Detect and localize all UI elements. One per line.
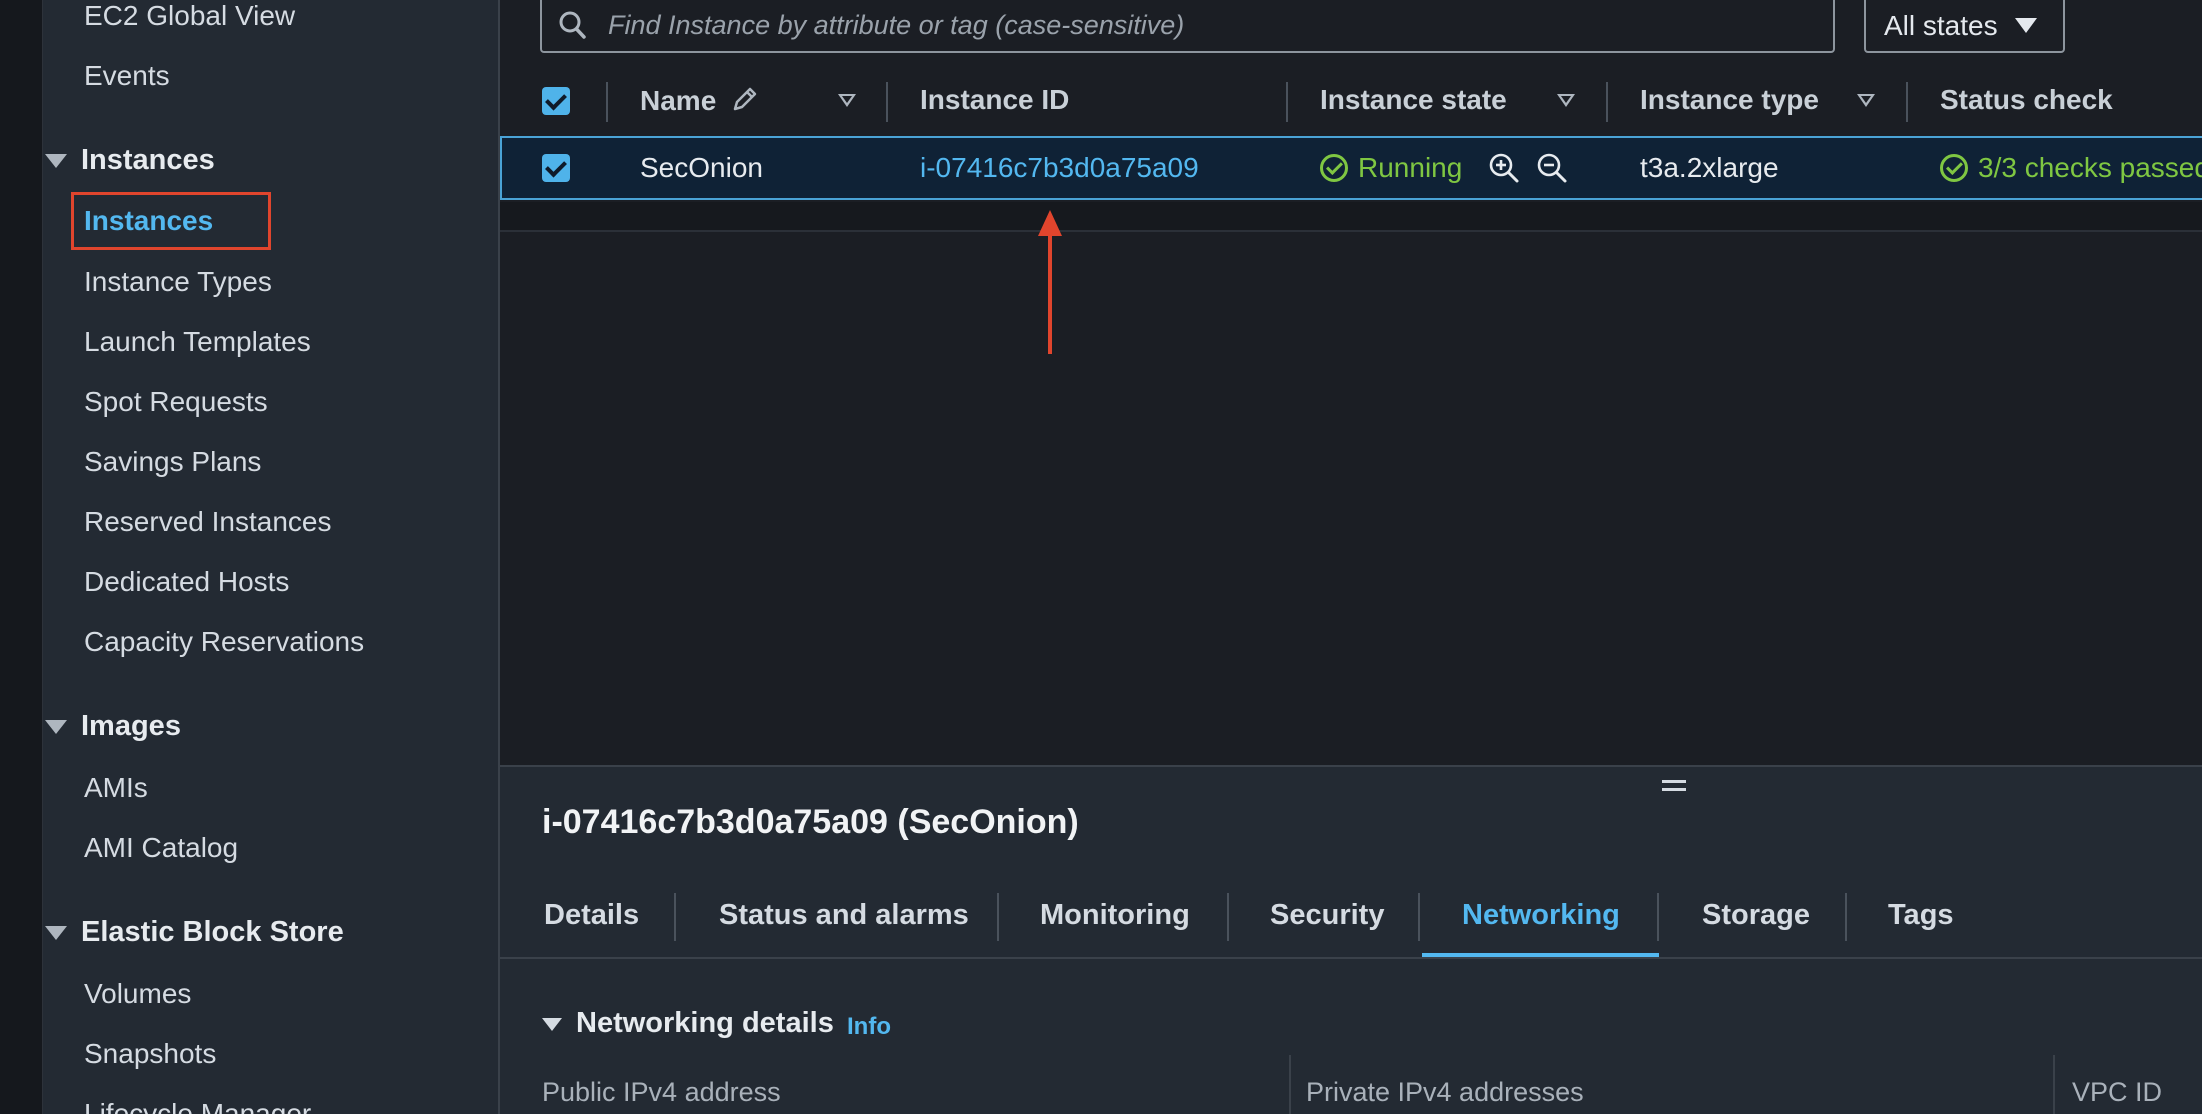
info-link[interactable]: Info: [847, 1013, 891, 1041]
sidebar-item-amis[interactable]: AMIs: [84, 770, 148, 806]
check-circle-icon: [1320, 154, 1348, 182]
sidebar-item-spot-requests[interactable]: Spot Requests: [84, 384, 268, 420]
edit-pencil-icon: [733, 87, 757, 111]
caret-down-icon: [45, 154, 67, 169]
sidebar-item-snapshots[interactable]: Snapshots: [84, 1036, 216, 1072]
section-title: Instances: [81, 144, 215, 176]
column-divider: [1906, 82, 1908, 122]
select-all-checkbox[interactable]: [542, 87, 570, 115]
column-divider: [1286, 82, 1288, 122]
column-divider: [606, 82, 608, 122]
panel-resize-handle[interactable]: [1662, 780, 1686, 794]
column-header-name[interactable]: Name: [640, 84, 760, 117]
search-placeholder: Find Instance by attribute or tag (case-…: [608, 10, 1185, 40]
sidebar-item-savings-plans[interactable]: Savings Plans: [84, 444, 261, 480]
sidebar-item-events[interactable]: Events: [84, 58, 170, 94]
column-header-status-check[interactable]: Status check: [1940, 84, 2113, 116]
tab-divider: [997, 893, 999, 941]
state-label: Running: [1358, 152, 1463, 183]
caret-down-icon: [542, 1017, 562, 1031]
zoom-out-icon[interactable]: [1536, 152, 1568, 184]
table-footer-strip: [500, 202, 2202, 232]
sidebar-item-reserved-instances[interactable]: Reserved Instances: [84, 504, 331, 540]
column-header-instance-id[interactable]: Instance ID: [920, 84, 1069, 116]
column-divider: [886, 82, 888, 122]
sidebar-item-instances[interactable]: Instances: [84, 203, 213, 239]
sidebar-item-ec2-global-view[interactable]: EC2 Global View: [84, 0, 295, 34]
left-edge-strip: [0, 0, 43, 1114]
tab-networking[interactable]: Networking: [1462, 899, 1620, 932]
main-content: Find Instance by attribute or tag (case-…: [500, 0, 2202, 1114]
tab-storage[interactable]: Storage: [1702, 899, 1810, 932]
column-header-instance-state[interactable]: Instance state: [1320, 84, 1507, 116]
section-title: Networking details: [576, 1007, 834, 1039]
sidebar-item-dedicated-hosts[interactable]: Dedicated Hosts: [84, 564, 289, 600]
cell-status-check: 3/3 checks passed: [1940, 152, 2202, 184]
tab-divider: [674, 893, 676, 941]
section-title: Elastic Block Store: [81, 916, 344, 948]
tab-monitoring[interactable]: Monitoring: [1040, 899, 1190, 932]
sidebar-item-volumes[interactable]: Volumes: [84, 976, 191, 1012]
field-divider: [1289, 1055, 1291, 1114]
cell-instance-state: Running: [1320, 152, 1462, 184]
table-header: Name Instance ID Instance state Instance…: [500, 74, 2202, 134]
sort-filter-icon[interactable]: [1857, 94, 1875, 107]
sort-filter-icon[interactable]: [1557, 94, 1575, 107]
tab-divider: [1657, 893, 1659, 941]
tab-security[interactable]: Security: [1270, 899, 1384, 932]
column-divider: [1606, 82, 1608, 122]
caret-down-icon: [45, 720, 67, 735]
status-check-label: 3/3 checks passed: [1978, 152, 2202, 183]
sidebar-item-lifecycle-manager[interactable]: Lifecycle Manager: [84, 1096, 311, 1114]
sidebar: EC2 Global View Events Instances Instanc…: [43, 0, 500, 1114]
tab-divider: [1227, 893, 1229, 941]
networking-details-toggle[interactable]: Networking details: [542, 1007, 834, 1040]
detail-title: i-07416c7b3d0a75a09 (SecOnion): [542, 803, 1079, 841]
annotation-arrow-shaft: [1048, 232, 1052, 354]
tab-divider: [1418, 893, 1420, 941]
sidebar-section-elastic-block-store[interactable]: Elastic Block Store: [43, 914, 344, 950]
sidebar-section-images[interactable]: Images: [43, 708, 181, 744]
cell-name: SecOnion: [640, 152, 763, 183]
sidebar-item-ami-catalog[interactable]: AMI Catalog: [84, 830, 238, 866]
sidebar-item-instance-types[interactable]: Instance Types: [84, 264, 272, 300]
table-row[interactable]: SecOnion i-07416c7b3d0a75a09 Running t3a…: [500, 136, 2202, 200]
sidebar-item-launch-templates[interactable]: Launch Templates: [84, 324, 311, 360]
section-title: Images: [81, 710, 181, 742]
tab-bar-divider: [500, 957, 2202, 959]
tab-tags[interactable]: Tags: [1888, 899, 1954, 932]
field-divider: [2053, 1055, 2055, 1114]
tab-status-and-alarms[interactable]: Status and alarms: [719, 899, 969, 932]
column-header-label: Name: [640, 85, 717, 116]
tab-details[interactable]: Details: [544, 899, 639, 932]
field-label-public-ipv4: Public IPv4 address: [542, 1077, 781, 1107]
instance-id-link[interactable]: i-07416c7b3d0a75a09: [920, 152, 1199, 184]
sort-filter-icon[interactable]: [838, 94, 856, 107]
row-checkbox[interactable]: [542, 154, 570, 182]
state-filter-value: All states: [1884, 10, 1998, 41]
caret-down-icon: [45, 926, 67, 941]
tab-divider: [1845, 893, 1847, 941]
field-label-vpc-id: VPC ID: [2072, 1077, 2163, 1107]
instance-detail-panel: i-07416c7b3d0a75a09 (SecOnion) Details S…: [500, 765, 2202, 1114]
search-input[interactable]: Find Instance by attribute or tag (case-…: [540, 0, 1835, 53]
check-circle-icon: [1940, 154, 1968, 182]
sidebar-section-instances[interactable]: Instances: [43, 142, 215, 178]
search-icon: [559, 11, 586, 39]
zoom-in-icon[interactable]: [1488, 152, 1520, 184]
cell-instance-type: t3a.2xlarge: [1640, 152, 1779, 183]
state-filter-select[interactable]: All states: [1864, 0, 2065, 53]
caret-down-icon: [2015, 18, 2037, 33]
sidebar-item-capacity-reservations[interactable]: Capacity Reservations: [84, 624, 364, 660]
field-label-private-ipv4: Private IPv4 addresses: [1306, 1077, 1584, 1107]
column-header-instance-type[interactable]: Instance type: [1640, 84, 1819, 116]
